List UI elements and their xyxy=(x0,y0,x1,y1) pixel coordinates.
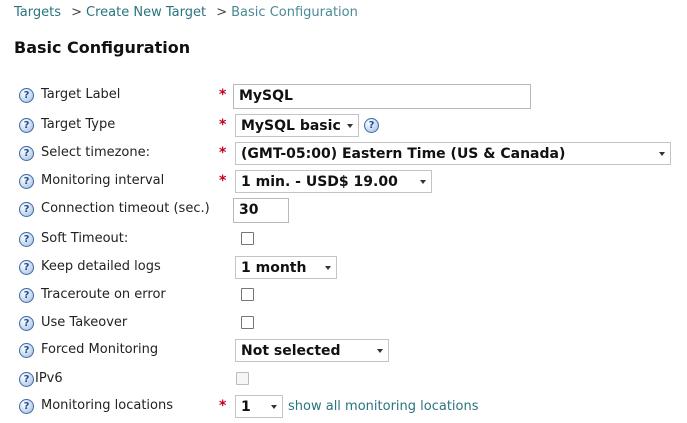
monitoring-interval-row: ? Monitoring interval * 1 min. - USD$ 19… xyxy=(0,170,687,196)
monitoring-interval-value: 1 min. - USD$ 19.00 xyxy=(241,174,398,190)
chevron-down-icon xyxy=(377,349,383,353)
chevron-down-icon xyxy=(347,124,353,128)
target-label-row: ? Target Label * MySQL xyxy=(0,84,687,110)
monitoring-locations-row: ? Monitoring locations * 1 show all moni… xyxy=(0,395,687,421)
monitoring-locations-select[interactable]: 1 xyxy=(235,395,283,418)
monitoring-interval-label: Monitoring interval xyxy=(41,173,165,188)
takeover-label: Use Takeover xyxy=(41,315,128,330)
breadcrumb: Targets > Create New Target > Basic Config… xyxy=(14,5,358,20)
forced-monitoring-row: ? Forced Monitoring Not selected xyxy=(0,339,687,365)
takeover-checkbox[interactable] xyxy=(241,316,254,329)
required-marker: * xyxy=(219,173,227,189)
soft-timeout-label: Soft Timeout: xyxy=(41,231,129,246)
timezone-label: Select timezone: xyxy=(41,145,151,160)
target-type-value: MySQL basic xyxy=(241,118,341,134)
chevron-down-icon xyxy=(420,180,426,184)
chevron-down-icon xyxy=(659,152,665,156)
traceroute-checkbox[interactable] xyxy=(241,288,254,301)
breadcrumb-current: Basic Configuration xyxy=(231,5,358,20)
detailed-logs-value: 1 month xyxy=(241,260,307,276)
ipv6-label: IPv6 xyxy=(35,371,63,386)
soft-timeout-checkbox[interactable] xyxy=(241,232,254,245)
monitoring-locations-value: 1 xyxy=(241,399,251,415)
help-icon[interactable]: ? xyxy=(19,232,34,247)
monitoring-locations-label: Monitoring locations xyxy=(41,398,174,413)
show-all-locations-link[interactable]: show all monitoring locations xyxy=(288,399,479,414)
help-icon[interactable]: ? xyxy=(19,202,34,217)
help-icon[interactable]: ? xyxy=(19,174,34,189)
detailed-logs-label: Keep detailed logs xyxy=(41,259,161,274)
detailed-logs-row: ? Keep detailed logs 1 month xyxy=(0,256,687,282)
help-icon[interactable]: ? xyxy=(19,316,34,331)
forced-monitoring-label: Forced Monitoring xyxy=(41,342,159,357)
help-icon[interactable]: ? xyxy=(19,343,34,358)
help-icon[interactable]: ? xyxy=(19,399,34,414)
breadcrumb-targets-link[interactable]: Targets xyxy=(14,5,61,20)
chevron-down-icon xyxy=(271,405,277,409)
required-marker: * xyxy=(219,87,227,103)
required-marker: * xyxy=(219,117,227,133)
ipv6-checkbox xyxy=(236,372,249,385)
traceroute-label: Traceroute on error xyxy=(41,287,166,302)
page-title: Basic Configuration xyxy=(14,38,191,57)
forced-monitoring-select[interactable]: Not selected xyxy=(235,339,389,362)
breadcrumb-create-target-link[interactable]: Create New Target xyxy=(86,5,206,20)
forced-monitoring-value: Not selected xyxy=(241,343,341,359)
connection-timeout-input[interactable]: 30 xyxy=(233,198,289,223)
target-type-label: Target Type xyxy=(41,117,116,132)
timezone-value: (GMT-05:00) Eastern Time (US & Canada) xyxy=(241,146,566,162)
target-type-select[interactable]: MySQL basic xyxy=(235,114,359,137)
required-marker: * xyxy=(219,398,227,414)
help-icon[interactable]: ? xyxy=(19,146,34,161)
help-icon[interactable]: ? xyxy=(19,288,34,303)
connection-timeout-label: Connection timeout (sec.) xyxy=(41,201,210,216)
detailed-logs-select[interactable]: 1 month xyxy=(235,256,337,279)
breadcrumb-separator: > xyxy=(216,5,228,20)
required-marker: * xyxy=(219,145,227,161)
help-icon[interactable]: ? xyxy=(19,88,34,103)
target-type-row: ? Target Type * MySQL basic ? xyxy=(0,114,687,140)
help-icon[interactable]: ? xyxy=(19,118,34,133)
monitoring-interval-select[interactable]: 1 min. - USD$ 19.00 xyxy=(235,170,432,193)
target-type-help-icon[interactable]: ? xyxy=(364,118,379,133)
breadcrumb-separator: > xyxy=(71,5,83,20)
chevron-down-icon xyxy=(325,266,331,270)
help-icon[interactable]: ? xyxy=(19,372,34,387)
soft-timeout-row: ? Soft Timeout: xyxy=(0,228,687,254)
takeover-row: ? Use Takeover xyxy=(0,312,687,338)
connection-timeout-row: ? Connection timeout (sec.) 30 xyxy=(0,198,687,224)
traceroute-row: ? Traceroute on error xyxy=(0,284,687,310)
timezone-row: ? Select timezone: * (GMT-05:00) Eastern… xyxy=(0,142,687,168)
target-label-label: Target Label xyxy=(41,87,121,102)
help-icon[interactable]: ? xyxy=(19,260,34,275)
target-label-input[interactable]: MySQL xyxy=(233,84,531,109)
timezone-select[interactable]: (GMT-05:00) Eastern Time (US & Canada) xyxy=(235,142,671,165)
ipv6-row: ? IPv6 xyxy=(0,368,687,394)
